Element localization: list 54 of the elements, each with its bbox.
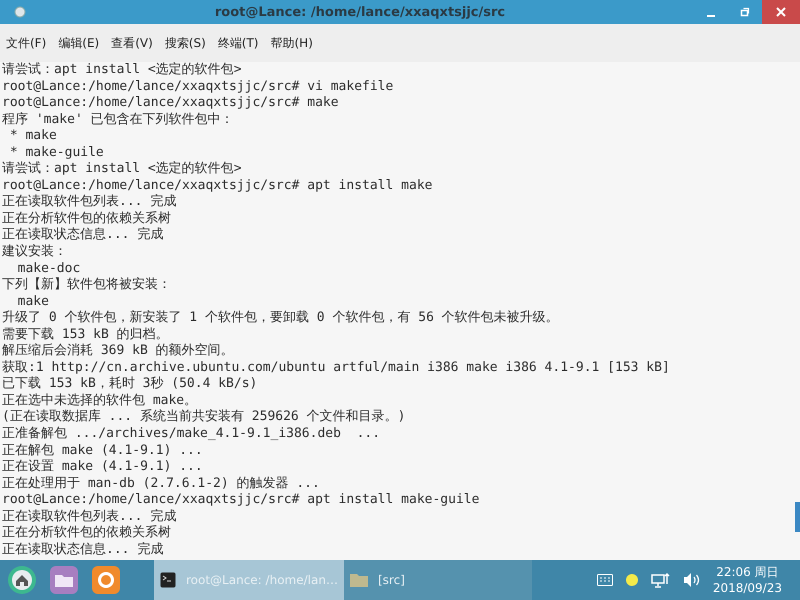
menu-item[interactable]: 搜索(S) bbox=[158, 32, 212, 54]
terminal-line: 正在读取状态信息... 完成 bbox=[2, 227, 164, 244]
terminal-line: 下列【新】软件包将被安装： bbox=[2, 277, 172, 294]
home-launcher-icon[interactable] bbox=[6, 564, 38, 596]
clock-date: 2018/09/23 bbox=[712, 580, 782, 596]
terminal-line: * make-guile bbox=[8, 144, 105, 161]
browser-launcher-icon[interactable] bbox=[90, 564, 122, 596]
terminal-line: 升级了 0 个软件包，新安装了 1 个软件包，要卸载 0 个软件包，有 56 个软件包未被升级。 bbox=[2, 310, 560, 327]
terminal-line: 解压缩后会消耗 369 kB 的额外空间。 bbox=[2, 343, 235, 360]
terminal-line: root@Lance:/home/lance/xxaqxtsjjc/src# make bbox=[2, 95, 340, 112]
terminal-line: 建议安装： bbox=[2, 244, 68, 261]
clock[interactable]: 22:06 周日 2018/09/23 bbox=[712, 564, 782, 596]
menu-item[interactable]: 终端(T) bbox=[212, 32, 264, 54]
terminal-line: 正在分析软件包的依赖关系树 bbox=[2, 210, 172, 227]
terminal-line: 正在选中未选择的软件包 make。 bbox=[2, 392, 198, 409]
terminal-line: (正在读取数据库 ... 系统当前共安装有 259626 个文件和目录。) bbox=[2, 409, 406, 426]
network-icon[interactable] bbox=[650, 572, 671, 588]
minimize-icon bbox=[707, 15, 715, 17]
terminal-line: 正准备解包 .../archives/make_4.1-9.1_i386.deb ... bbox=[2, 426, 382, 443]
terminal-line: root@Lance:/home/lance/xxaqxtsjjc/src# apt install make bbox=[2, 178, 434, 194]
terminal-line: 获取:1 http://cn.archive.ubuntu.com/ubuntu artful/main i386 make i386 4.1-9.1 [153 kB] bbox=[2, 360, 671, 376]
close-icon bbox=[775, 6, 787, 18]
terminal-line: 正在读取软件包列表... 完成 bbox=[2, 508, 178, 525]
terminal-line: * make bbox=[8, 128, 58, 145]
terminal-line: make bbox=[16, 294, 50, 310]
window-title: root@Lance: /home/lance/xxaqxtsjjc/src bbox=[214, 4, 506, 20]
terminal-line: 正在分析软件包的依赖关系树 bbox=[2, 525, 172, 542]
terminal-line: 正在解包 make (4.1-9.1) ... bbox=[2, 442, 204, 460]
terminal-line: 请尝试：apt install <选定的软件包> bbox=[2, 161, 243, 178]
terminal-line: root@Lance:/home/lance/xxaqxtsjjc/src# apt install make-guile bbox=[2, 492, 480, 509]
terminal-line: 请尝试：apt install <选定的软件包> bbox=[2, 62, 243, 79]
terminal-line: make-doc bbox=[16, 260, 82, 277]
folder-icon bbox=[350, 573, 368, 587]
close-button[interactable] bbox=[762, 0, 800, 24]
status-dot-icon[interactable] bbox=[624, 573, 639, 587]
menu-item[interactable]: 编辑(E) bbox=[52, 32, 106, 54]
keyboard-icon[interactable] bbox=[596, 574, 613, 586]
volume-icon[interactable] bbox=[682, 572, 701, 588]
menu-item[interactable]: 帮助(H) bbox=[264, 32, 319, 54]
terminal-line: 正在设置 make (4.1-9.1) ... bbox=[2, 459, 204, 476]
terminal-line: 需要下载 153 kB 的归档。 bbox=[2, 326, 170, 343]
terminal-line: 正在读取状态信息... 完成 bbox=[2, 542, 164, 558]
terminal-line: 已下载 153 kB，耗时 3秒 (50.4 kB/s) bbox=[2, 376, 258, 393]
menu-item[interactable]: 查看(V) bbox=[105, 32, 159, 54]
maximize-icon bbox=[740, 7, 750, 17]
terminal-line: 程序 'make' 已包含在下列软件包中： bbox=[2, 112, 235, 128]
window-menu-icon[interactable] bbox=[14, 6, 26, 18]
terminal-icon bbox=[160, 572, 176, 588]
folder-launcher-icon[interactable] bbox=[48, 564, 80, 596]
terminal-line: 正在读取软件包列表... 完成 bbox=[2, 194, 178, 211]
clock-time: 22:06 周日 bbox=[716, 564, 779, 580]
terminal-line: root@Lance:/home/lance/xxaqxtsjjc/src# vi makefile bbox=[2, 78, 394, 96]
terminal-line: 正在处理用于 man-db (2.7.6.1-2) 的触发器 ... bbox=[2, 476, 321, 492]
menu-item[interactable]: 文件(F) bbox=[0, 32, 52, 54]
